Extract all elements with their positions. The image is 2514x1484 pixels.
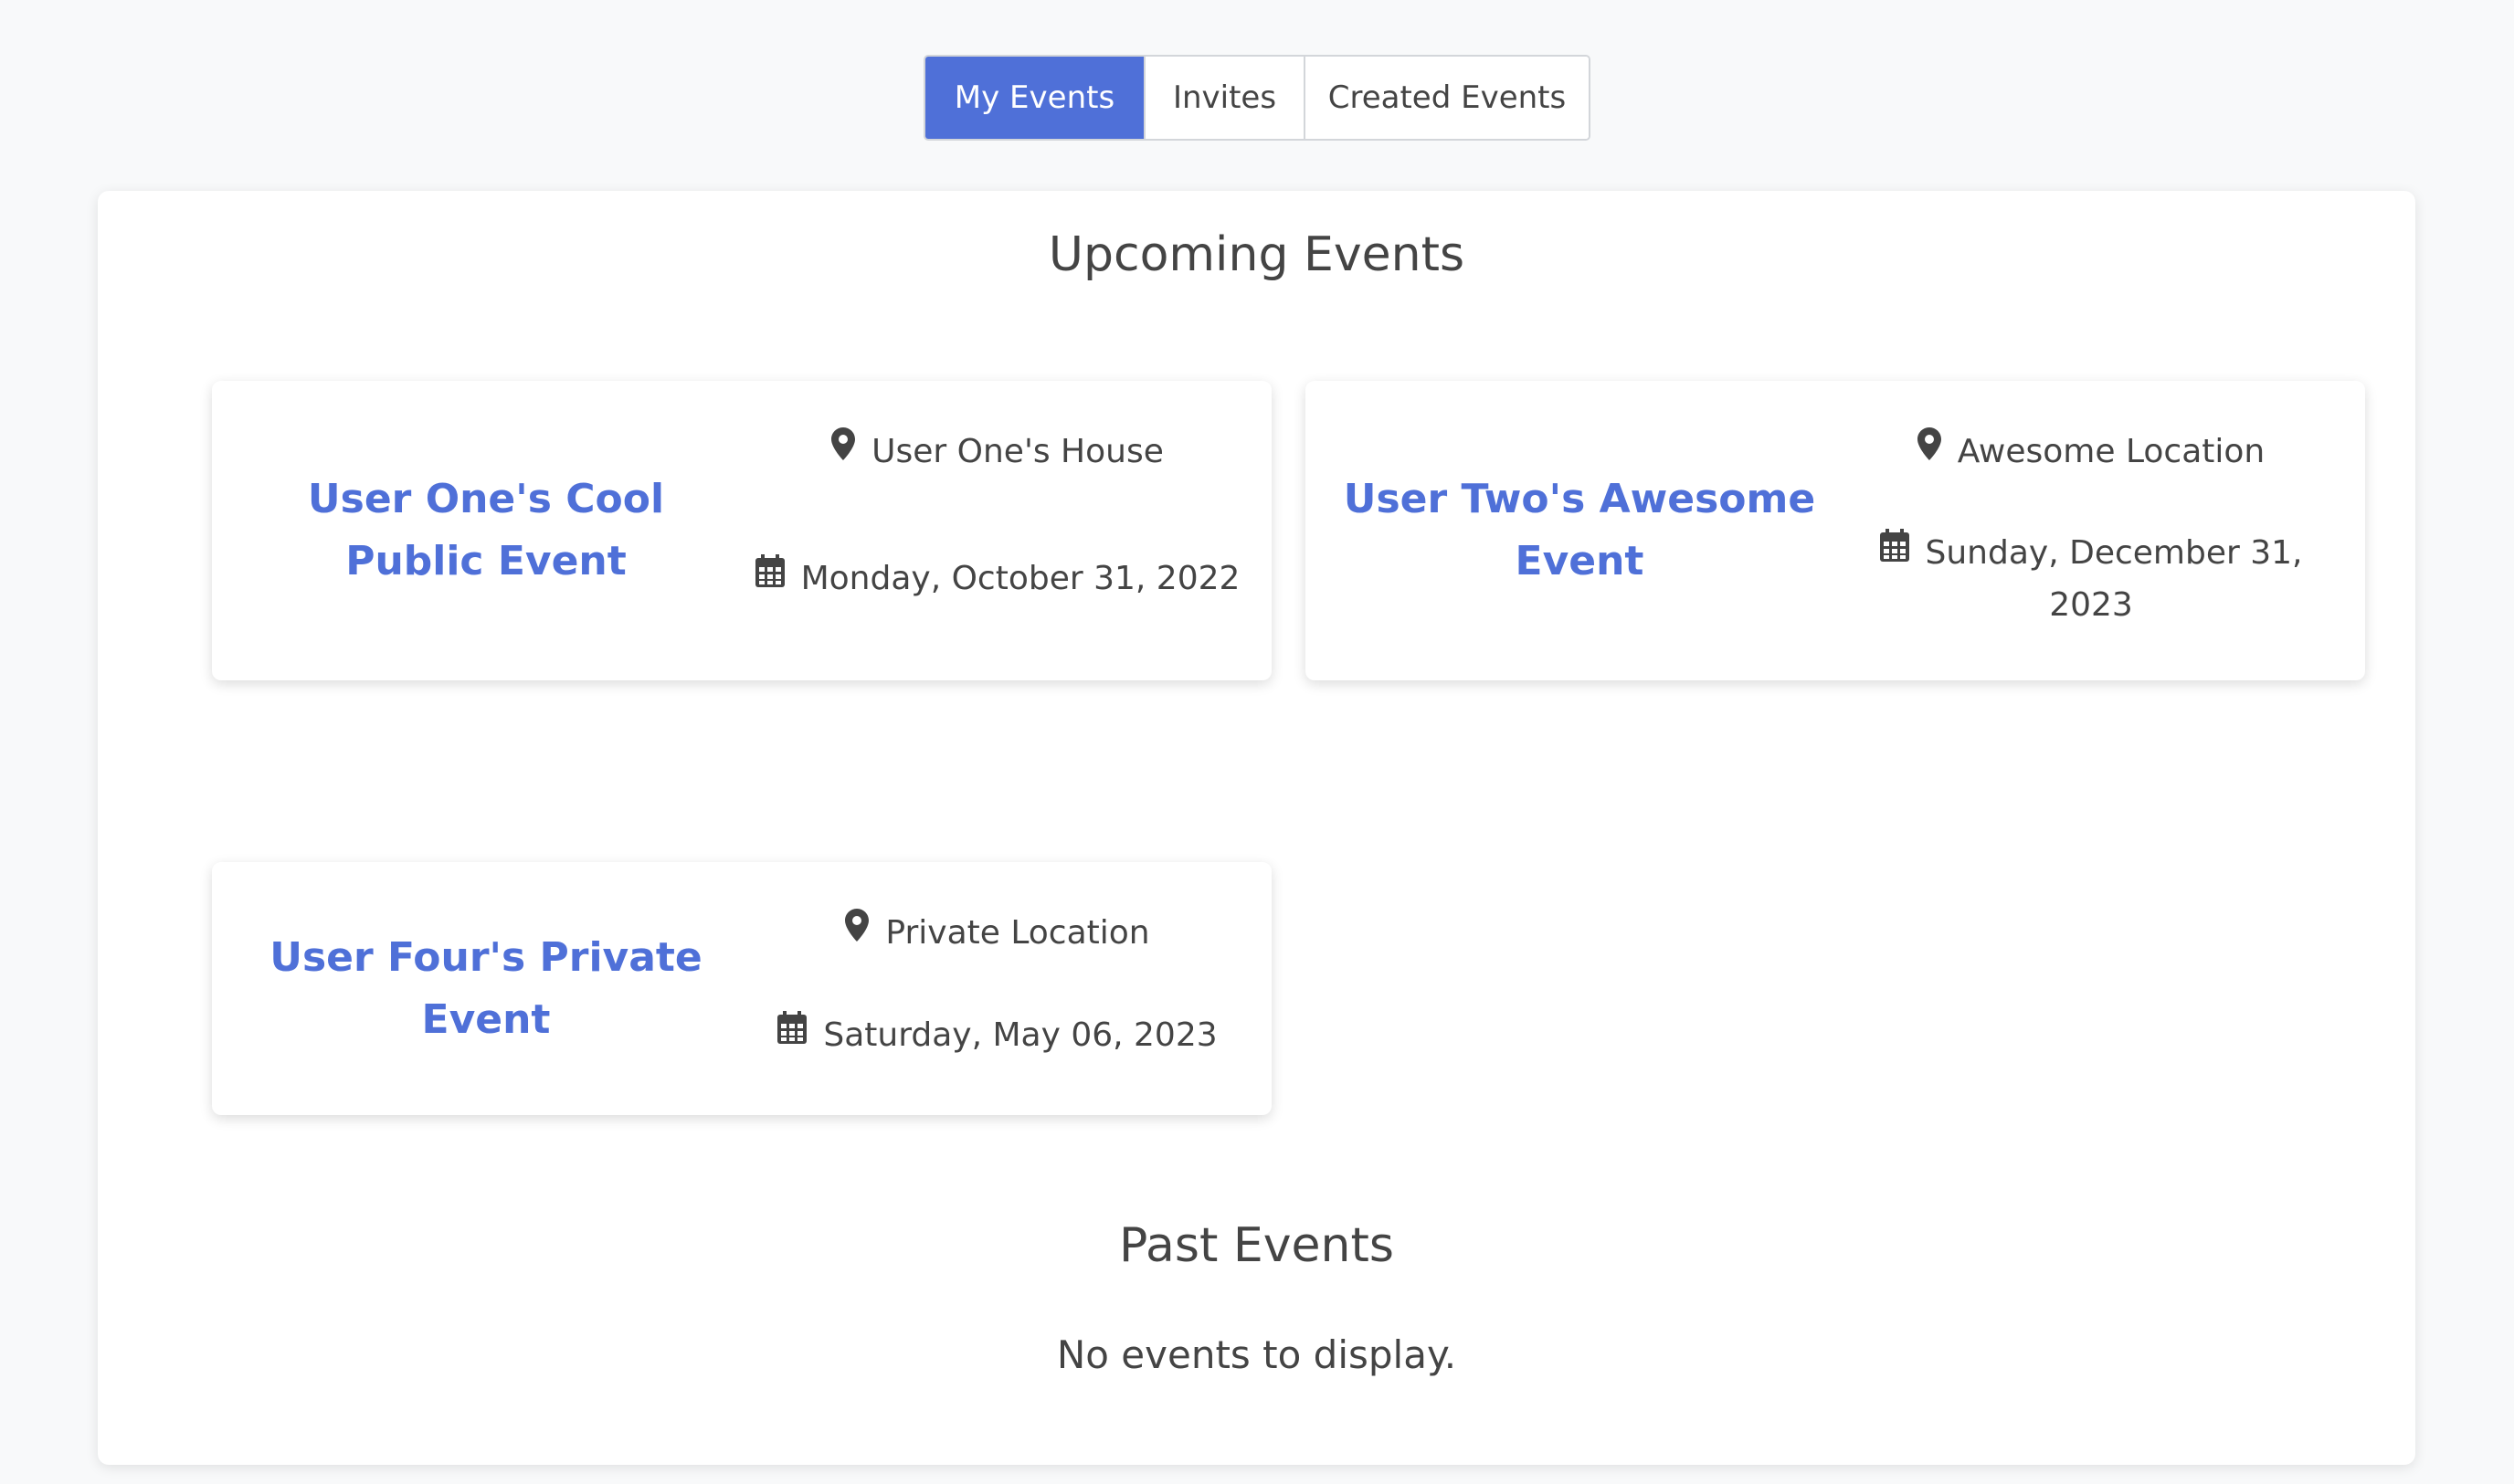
event-location: User One's House [751,426,1244,479]
event-name-link[interactable]: User Four's Private Event [248,862,724,1115]
event-date-text: Monday, October 31, 2022 [800,560,1241,597]
tab-my-events[interactable]: My Events [925,57,1144,139]
event-card: User Two's Awesome Event Awesome Locatio… [1305,381,2365,680]
event-location-text: Awesome Location [1957,433,2266,470]
event-date-text: Sunday, December 31, [1925,534,2303,572]
map-marker-icon [831,425,856,476]
map-marker-icon [1917,425,1941,476]
calendar-icon [777,1008,808,1059]
event-date-year: 2023 [2049,586,2133,624]
event-date-text: Saturday, May 06, 2023 [823,1016,1218,1054]
event-location: Awesome Location [1844,426,2338,479]
event-location-text: User One's House [871,433,1164,470]
calendar-icon [755,552,785,603]
no-events-message: No events to display. [1056,1332,1457,1377]
tab-created-events[interactable]: Created Events [1304,57,1589,139]
tab-invites[interactable]: Invites [1144,57,1304,139]
events-panel: Upcoming Events User One's Cool Public E… [98,191,2415,1465]
event-card: User One's Cool Public Event User One's … [212,381,1272,680]
event-date: Monday, October 31, 2022 [751,553,1244,605]
event-name-link[interactable]: User Two's Awesome Event [1342,381,1817,680]
map-marker-icon [845,906,870,957]
event-name-link[interactable]: User One's Cool Public Event [248,381,724,680]
past-events-heading: Past Events [1119,1218,1394,1273]
calendar-icon [1879,526,1909,577]
upcoming-events-heading: Upcoming Events [1048,227,1465,282]
event-card: User Four's Private Event Private Locati… [212,862,1272,1115]
event-date: Sunday, December 31, 2023 [1844,528,2338,631]
event-location: Private Location [751,908,1244,960]
event-location-text: Private Location [885,914,1150,952]
event-tabs: My Events Invites Created Events [924,55,1590,141]
event-date: Saturday, May 06, 2023 [751,1010,1244,1062]
